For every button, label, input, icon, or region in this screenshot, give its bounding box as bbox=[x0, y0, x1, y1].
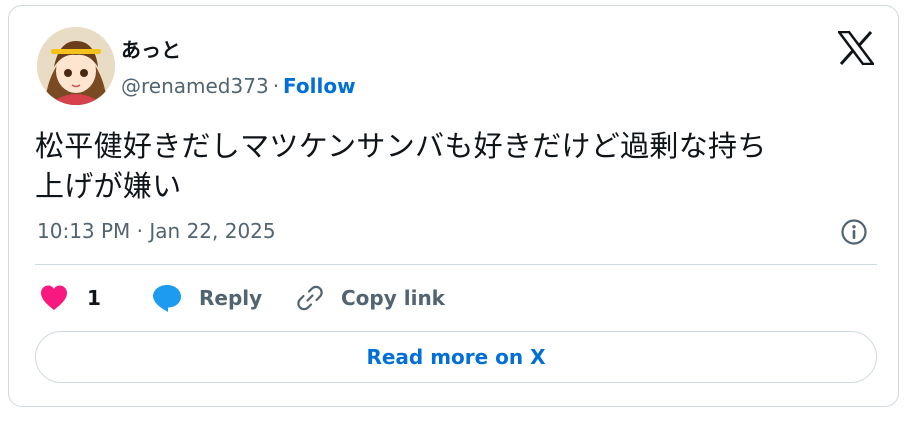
tweet-text-line: 上げが嫌い bbox=[35, 169, 182, 203]
author-display-name[interactable]: あっと bbox=[121, 34, 181, 63]
like-button[interactable]: 1 bbox=[39, 280, 101, 316]
link-icon bbox=[297, 285, 323, 311]
author-handle[interactable]: @renamed373 bbox=[121, 74, 269, 98]
tweet-text-line: 松平健好きだしマツケンサンバも好きだけど過剰な持ち bbox=[35, 129, 767, 163]
heart-icon bbox=[41, 285, 67, 310]
action-bar: 1 Reply Copy link bbox=[35, 280, 877, 316]
separator-dot: · bbox=[272, 74, 280, 98]
follow-button[interactable]: Follow bbox=[283, 74, 356, 98]
copy-link-button[interactable]: Copy link bbox=[295, 280, 445, 316]
x-logo-icon[interactable] bbox=[836, 30, 876, 66]
divider bbox=[35, 264, 877, 265]
read-more-button[interactable]: Read more on X bbox=[35, 331, 877, 383]
tweet-card: あっと @renamed373 · Follow 松平健好きだしマツケンサンバも好き… bbox=[8, 5, 899, 407]
tweet-text: 松平健好きだしマツケンサンバも好きだけど過剰な持ち 上げが嫌い bbox=[35, 126, 865, 206]
speech-bubble-icon bbox=[153, 285, 181, 312]
like-count: 1 bbox=[87, 286, 101, 310]
tweet-timestamp[interactable]: 10:13 PM · Jan 22, 2025 bbox=[37, 219, 276, 243]
copy-link-label: Copy link bbox=[341, 286, 445, 310]
avatar[interactable] bbox=[37, 27, 115, 105]
reply-button[interactable]: Reply bbox=[151, 280, 262, 316]
info-icon[interactable] bbox=[840, 218, 868, 246]
author-handle-row: @renamed373 · Follow bbox=[121, 74, 356, 98]
avatar-image bbox=[37, 27, 115, 105]
reply-label: Reply bbox=[199, 286, 263, 310]
